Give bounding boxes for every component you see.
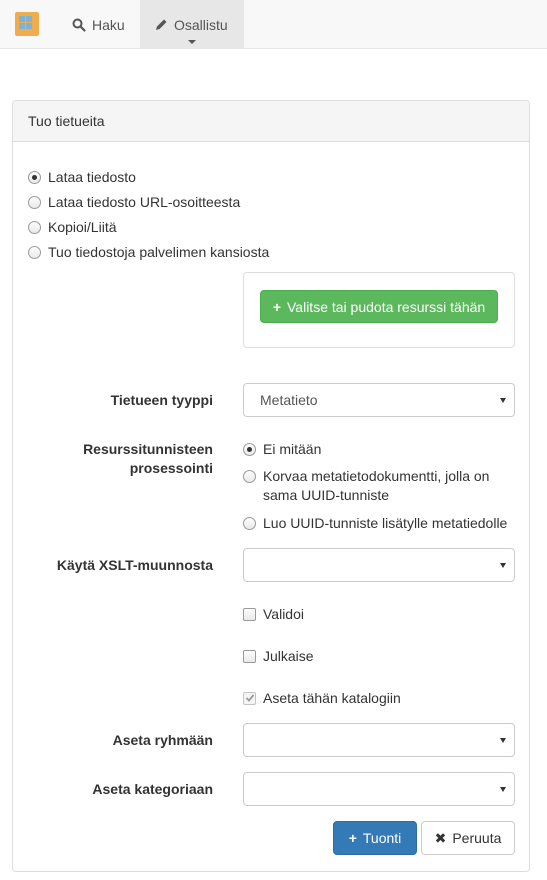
logo-cell [19,23,25,29]
record-type-label: Tietueen tyyppi [110,392,213,408]
checkbox-publish[interactable]: Julkaise [243,647,314,666]
panel-title: Tuo tietueita [13,101,529,142]
select-arrow-icon [500,738,506,743]
checkbox-label: Validoi [263,606,304,622]
radio-upload-url[interactable]: Lataa tiedosto URL-osoitteesta [28,193,240,212]
record-type-select[interactable]: Metatieto [243,383,515,417]
checkbox-indicator[interactable] [243,692,256,705]
category-label: Aseta kategoriaan [92,781,213,797]
uuid-processing-label: Resurssitunnisteen prosessointi [83,440,213,478]
radio-label: Korvaa metatietodokumentti, jolla on sam… [263,467,489,505]
select-arrow-icon [500,563,506,568]
select-arrow-icon [500,787,506,792]
uuid-processing-label-line1: Resurssitunnisteen [83,441,213,457]
checkbox-assign-catalog[interactable]: Aseta tähän katalogiin [243,689,401,708]
radio-indicator[interactable] [28,196,41,209]
group-label: Aseta ryhmään [112,732,213,748]
radio-indicator[interactable] [243,443,256,456]
close-icon: ✖ [434,829,447,846]
nav-search[interactable]: Haku [57,0,140,49]
radio-indicator[interactable] [28,246,41,259]
radio-label: Kopioi/Liitä [48,219,117,235]
logo-cell [26,16,32,22]
checkbox-label: Aseta tähän katalogiin [263,690,401,706]
nav-search-label: Haku [92,16,125,33]
radio-indicator[interactable] [243,470,256,483]
radio-label: Luo UUID-tunniste lisätylle metatiedolle [263,515,508,531]
radio-label: Lataa tiedosto [48,169,136,185]
group-select[interactable] [243,723,515,757]
radio-uuid-generate[interactable]: Luo UUID-tunniste lisätylle metatiedolle [243,514,507,533]
plus-icon: + [348,830,357,846]
import-records-panel: Tuo tietueita Lataa tiedosto Lataa tiedo… [12,100,530,872]
uuid-processing-label-line2: prosessointi [129,460,213,476]
radio-copy-paste[interactable]: Kopioi/Liitä [28,218,117,237]
radio-uuid-overwrite[interactable]: Korvaa metatietodokumentti, jolla on sam… [243,467,489,505]
checkmark-icon [245,694,255,702]
pencil-icon [156,19,167,30]
caret-down-icon [188,40,196,44]
radio-indicator[interactable] [243,517,256,530]
plus-icon: + [272,298,281,315]
cancel-button[interactable]: ✖ Peruuta [421,821,515,855]
radio-upload-file[interactable]: Lataa tiedosto [28,168,136,187]
radio-label-line2: sama UUID-tunniste [263,487,390,503]
xslt-select[interactable] [243,548,515,582]
category-select[interactable] [243,772,515,806]
nav-contribute[interactable]: Osallistu [140,0,244,49]
import-button-label: Tuonti [362,830,402,846]
radio-indicator[interactable] [28,221,41,234]
record-type-value: Metatieto [260,392,318,408]
checkbox-label: Julkaise [263,648,314,664]
radio-server-folder[interactable]: Tuo tiedostoja palvelimen kansiosta [28,243,269,262]
choose-resource-label: Valitse tai pudota resurssi tähän [287,298,486,315]
select-arrow-icon [500,398,506,403]
import-button[interactable]: + Tuonti [333,821,417,855]
nav-contribute-label: Osallistu [174,16,228,33]
logo-cell [19,16,25,22]
xslt-label: Käytä XSLT-muunnosta [56,557,213,573]
checkbox-indicator[interactable] [243,650,256,663]
radio-label: Lataa tiedosto URL-osoitteesta [48,194,241,210]
top-navbar: Haku Osallistu [0,0,547,49]
radio-label-line1: Korvaa metatietodokumentti, jolla on [263,468,490,484]
radio-label: Ei mitään [263,441,322,457]
logo-cell [26,23,32,29]
upload-drop-zone[interactable]: + Valitse tai pudota resurssi tähän [243,272,515,348]
radio-uuid-none[interactable]: Ei mitään [243,440,321,459]
checkbox-validate[interactable]: Validoi [243,605,304,624]
radio-label: Tuo tiedostoja palvelimen kansiosta [48,244,270,260]
cancel-button-label: Peruuta [452,830,502,846]
search-icon [72,18,86,32]
checkbox-indicator[interactable] [243,608,256,621]
choose-resource-button[interactable]: + Valitse tai pudota resurssi tähän [260,290,498,323]
app-logo[interactable] [15,12,39,36]
radio-indicator[interactable] [28,171,41,184]
